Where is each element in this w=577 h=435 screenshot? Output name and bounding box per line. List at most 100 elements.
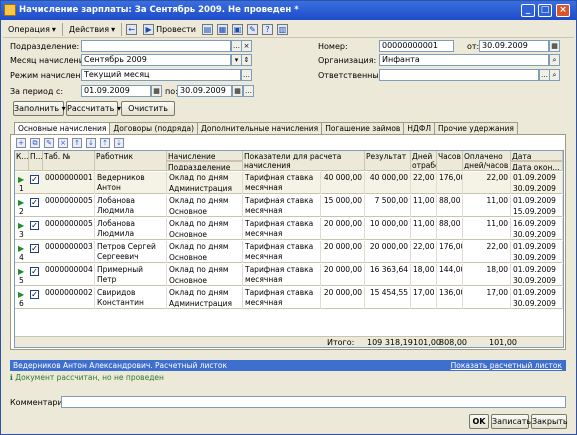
close-window-button[interactable]: × [556,4,570,17]
row-checkbox[interactable]: ✓ [30,221,39,230]
cell-accrual: Оклад по дням [167,241,243,252]
col-header-paid[interactable]: Оплачено дней/часов [463,151,511,171]
period-from-field[interactable]: 01.09.2009 [81,85,151,97]
edit-icon[interactable]: ✎ [246,23,258,35]
spin-icon[interactable]: ⇕ [241,54,252,66]
col-header-tab[interactable]: Таб. № [43,151,95,171]
search-icon[interactable]: ⌕ [549,54,560,66]
cell-indicator-value: 20 000,00 [321,241,365,263]
clear-button[interactable]: Очистить [121,101,175,116]
cell-end-date: 30.09.2009 [511,183,563,194]
delete-row-icon[interactable]: × [58,137,68,148]
row-number: 1 [19,184,24,193]
number-label: Номер: [318,42,348,51]
calc-button[interactable]: Рассчитать ▾ [66,101,121,116]
month-field[interactable]: Сентябрь 2009 [81,54,231,66]
cell-paid: 11,00 [463,195,511,217]
org-field[interactable]: Инфанта [379,54,549,66]
table-row[interactable]: ▶ ✓ 2 0000000005Лобанова Людмила Алексеевна… [15,195,563,217]
row-checkbox[interactable]: ✓ [30,244,39,253]
post-icon: ▶ [143,23,155,35]
ok-button[interactable]: OK [469,414,489,429]
table-row[interactable]: ▶ ✓ 6 0000000002 Свиридов Константин Тарифная… [15,287,563,309]
comment-field[interactable] [61,396,566,408]
col-header-result[interactable]: Результат [365,151,411,171]
col-header-days[interactable]: Дней отработано [411,151,437,171]
show-payslip-link[interactable]: Показать расчетный листок [451,360,562,371]
col-header-p[interactable]: П... [29,151,43,171]
structure-icon[interactable]: ▦ [216,23,228,35]
move-up-icon[interactable]: ↑ [72,137,82,148]
sort-desc-icon[interactable]: ⇣ [114,137,124,148]
cell-worker: Петров Сергей Сергеевич [95,241,167,263]
col-header-start[interactable]: Дата начала [511,151,563,161]
tab-contracts[interactable]: Договоры (подряда) [109,122,199,134]
table-row[interactable]: ▶ ✓ 5 0000000004Примерный Петр Нестерович Та… [15,264,563,286]
col-header-accrual[interactable]: Начисление [167,151,243,161]
select-icon[interactable]: … [243,85,254,97]
col-header-dept[interactable]: Подразделение [167,161,243,171]
calendar-icon[interactable]: ▦ [151,85,162,97]
tab-extra-accruals[interactable]: Дополнительные начисления [197,122,323,134]
cell-end-date: 30.09.2009 [511,229,563,240]
grid-icon[interactable]: ▥ [276,23,288,35]
table-row[interactable]: ▶ ✓ 3 0000000005Лобанова Людмила Алексеевна… [15,218,563,240]
period-to-field[interactable]: 30.09.2009 [177,85,232,97]
copy-row-icon[interactable]: ⧉ [30,137,40,148]
search-icon[interactable]: ⌕ [549,69,560,81]
save-button[interactable]: Записать [491,414,531,429]
col-header-k[interactable]: К... [15,151,29,171]
cell-tab: 0000000004 [43,264,95,286]
tab-other-deductions[interactable]: Прочие удержания [433,122,518,134]
print-icon[interactable]: ▣ [231,23,243,35]
col-header-end[interactable]: Дата окон... [511,161,563,171]
date-field[interactable]: 30.09.2009 [479,40,549,52]
cell-tab: 0000000001 [43,172,95,194]
row-checkbox[interactable]: ✓ [30,175,39,184]
back-arrow-icon[interactable]: ← [126,23,138,35]
calendar-icon[interactable]: ▦ [549,40,560,52]
copy-icon[interactable]: ▤ [201,23,213,35]
mode-field[interactable]: Текущий месяц [81,69,241,81]
accruals-grid: К... П... Таб. № Работник Начисление Под… [14,150,564,348]
cell-accrual: Оклад по дням [167,218,243,229]
close-button[interactable]: Закрыть [531,414,568,429]
fill-button[interactable]: Заполнить ▾ [13,101,66,116]
post-button[interactable]: ▶ Провести [141,23,198,36]
add-row-icon[interactable]: + [16,137,26,148]
row-number: 4 [19,253,24,262]
resp-label: Ответственный: [318,71,387,80]
table-row[interactable]: ▶ ✓ 4 0000000003 Петров Сергей Сергеевич Тари… [15,241,563,263]
fill-button-label: Заполнить [14,104,60,113]
menu-actions[interactable]: Действия ▾ [67,24,117,35]
row-checkbox[interactable]: ✓ [30,198,39,207]
edit-row-icon[interactable]: ✎ [44,137,54,148]
calendar-icon[interactable]: ▦ [232,85,243,97]
sort-asc-icon[interactable]: ⇡ [100,137,110,148]
help-icon[interactable]: ? [261,23,273,35]
col-header-indicators[interactable]: Показатели для расчета начисления [243,151,365,171]
tab-loans[interactable]: Погашение займов [321,122,405,134]
cell-result: 7 500,00 [365,195,411,217]
row-checkbox[interactable]: ✓ [30,290,39,299]
resp-field[interactable] [379,69,539,81]
cell-accrual: Оклад по дням [167,264,243,275]
clear-icon[interactable]: × [241,40,252,52]
menu-operation[interactable]: Операция ▾ [6,24,58,35]
number-field[interactable]: 00000000001 [379,40,454,52]
cell-indicator-name: Тарифная ставка месячная [243,241,321,263]
tab-ndfl[interactable]: НДФЛ [403,122,435,134]
table-row[interactable]: ▶ ✓ 1 0000000001Ведерников Антон Александро… [15,172,563,194]
title-bar: Начисление зарплаты: За Сентябрь 2009. Н… [1,1,576,20]
col-header-worker[interactable]: Работник [95,151,167,171]
cell-start-date: 01.09.2009 [511,172,563,183]
minimize-button[interactable]: _ [521,4,535,17]
cell-hours: 88,00 [437,195,463,217]
move-down-icon[interactable]: ↓ [86,137,96,148]
status-text: Документ рассчитан, но не проведен [15,373,164,382]
department-field[interactable] [81,40,231,52]
col-header-hours[interactable]: Часов [437,151,463,171]
row-checkbox[interactable]: ✓ [30,267,39,276]
select-icon[interactable]: … [241,69,252,81]
maximize-button[interactable]: □ [538,4,552,17]
